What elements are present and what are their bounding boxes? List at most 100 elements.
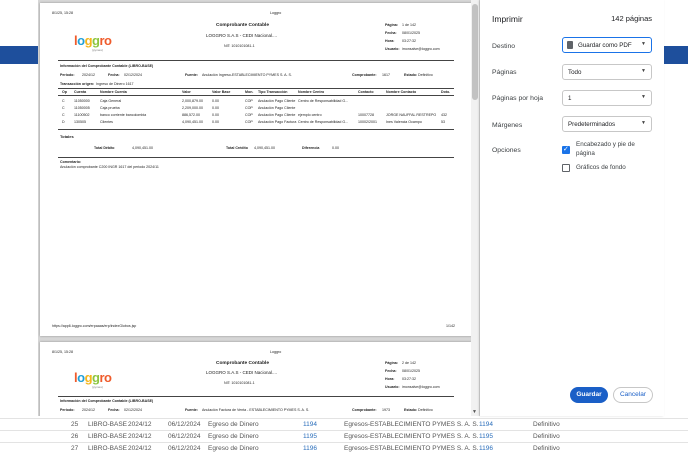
cell-doc: 1195	[303, 433, 317, 440]
preview-scrollbar[interactable]: ▼	[471, 0, 479, 416]
table-cell: 4,090,451.00	[182, 120, 203, 124]
table-cell: 10007728	[358, 113, 374, 117]
info-fuente-v: Anulación Factura de Venta - ESTABLECIMI…	[202, 408, 310, 412]
info-fecha-k: Fecha:	[108, 73, 120, 77]
table-cell: ejemplo centro	[298, 113, 322, 117]
cell-book: LIBRO-BASE	[88, 433, 128, 440]
scroll-down-icon[interactable]: ▼	[472, 409, 477, 415]
table-header-cell: Op	[62, 90, 67, 94]
background-graphics-label: Gráficos de fondo	[576, 164, 626, 171]
table-cell: Centro de Responsabilidad G...	[298, 120, 349, 124]
comment-label: Comentario:	[60, 160, 82, 164]
meta-value: 2 de 142	[402, 361, 416, 365]
print-header-title: Loggro	[270, 350, 282, 354]
table-cell: COP	[245, 120, 253, 124]
table-row: 27 LIBRO-BASE 2024/12 06/12/2024 Egreso de D…	[0, 442, 688, 455]
info-periodo-k: Periodo:	[60, 408, 75, 412]
pages-per-sheet-label: Páginas por hoja	[492, 95, 544, 102]
info-estado-v: Definitivo	[418, 408, 433, 412]
pages-select[interactable]: Todo ▼	[562, 64, 652, 80]
cell-ref: 1196	[479, 445, 493, 452]
save-button[interactable]: Guardar	[570, 387, 608, 403]
cell-type: Egreso de Dinero	[208, 433, 259, 440]
table-cell: 886,572.00	[182, 113, 200, 117]
table-cell: banco corriente bancolombia	[100, 113, 147, 117]
difference-value: 0.00	[332, 146, 339, 150]
meta-value: 03:27:32	[402, 377, 416, 381]
document-title: Comprobante Contable	[216, 361, 270, 366]
info-estado-k: Estado:	[404, 73, 418, 77]
info-periodo-v: 2024/12	[82, 73, 95, 77]
table-header-cell: Contacto	[358, 90, 374, 94]
preview-page-1: 8/1/25, 15:28 Loggro loggro (pymes) Comp…	[40, 3, 472, 336]
print-preview: 8/1/25, 15:28 Loggro loggro (pymes) Comp…	[38, 0, 480, 416]
company-nit: NIT: 1010101081-1	[224, 44, 255, 48]
divider	[58, 60, 454, 61]
table-cell: C	[62, 99, 65, 103]
cell-type: Egreso de Dinero	[208, 445, 259, 452]
meta-value: imonsalve@loggro.com	[402, 385, 440, 389]
table-cell: COP	[245, 106, 253, 110]
cell-doc: 1194	[303, 421, 317, 428]
background-graphics-checkbox[interactable]	[562, 164, 570, 172]
company-nit: NIT: 1010101081-1	[224, 381, 255, 385]
chevron-down-icon: ▼	[641, 120, 646, 126]
divider	[58, 157, 454, 158]
preview-page-2: 8/1/25, 15:28 Loggro loggro (pymes) Comp…	[40, 342, 472, 416]
cell-ref: 1195	[479, 433, 493, 440]
options-label: Opciones	[492, 147, 521, 154]
table-header-cell: Nombre Contacto	[386, 90, 417, 94]
total-credit-label: Total Crédito	[226, 146, 248, 150]
transaction-origin-label: Transacción origen:	[60, 82, 95, 86]
meta-label: Página:	[385, 361, 398, 365]
table-cell: 11100502	[74, 113, 90, 117]
cell-period: 2024/12	[128, 433, 152, 440]
info-comp-k: Comprobante:	[352, 73, 377, 77]
margins-select[interactable]: Predeterminados ▼	[562, 116, 652, 132]
destination-select[interactable]: Guardar como PDF ▼	[562, 37, 652, 53]
cell-status: Definitivo	[533, 421, 560, 428]
total-debit-value: 4,090,451.00	[132, 146, 153, 150]
info-comp-v: 1617	[382, 73, 390, 77]
table-header-cell: Valor	[182, 90, 191, 94]
info-periodo-v: 2024/12	[82, 408, 95, 412]
table-header-cell: Nombre Cuenta	[100, 90, 127, 94]
info-fecha-v: 02/12/2024	[124, 408, 142, 412]
print-dialog-title: Imprimir	[492, 14, 523, 24]
cell-date: 06/12/2024	[168, 433, 201, 440]
chevron-down-icon: ▼	[641, 68, 646, 74]
info-estado-k: Estado:	[404, 408, 418, 412]
destination-value: Guardar como PDF	[578, 42, 632, 49]
cell-type: Egreso de Dinero	[208, 421, 259, 428]
info-fecha-k: Fecha:	[108, 408, 120, 412]
cancel-button[interactable]: Cancelar	[613, 387, 653, 403]
meta-value: imonsalve@loggro.com	[402, 47, 440, 51]
total-credit-value: 4,090,451.00	[254, 146, 275, 150]
table-cell: Anulación Pago Cliente	[258, 113, 296, 117]
scrollbar-thumb[interactable]	[472, 4, 478, 100]
destination-label: Destino	[492, 43, 516, 50]
info-fuente-k: Fuente:	[185, 408, 198, 412]
logo-subtitle: (pymes)	[92, 48, 103, 52]
table-cell: Anulación Pago Factura	[258, 120, 297, 124]
pages-per-sheet-select[interactable]: 1 ▼	[562, 90, 652, 106]
cell-num: 27	[71, 445, 79, 452]
table-cell: 0.00	[212, 106, 219, 110]
table-cell: Clientes	[100, 120, 113, 124]
headers-footers-checkbox[interactable]	[562, 145, 570, 154]
print-settings-panel: Imprimir 142 páginas Destino Guardar com…	[480, 0, 664, 416]
table-cell: 0.00	[212, 99, 219, 103]
meta-value: 1 de 142	[402, 23, 416, 27]
table-header-cell: Nombre Centro	[298, 90, 325, 94]
cell-period: 2024/12	[128, 421, 152, 428]
divider	[58, 129, 454, 130]
company-logo: loggro	[74, 33, 112, 48]
table-cell: D	[62, 120, 65, 124]
cell-desc: Egresos-ESTABLECIMIENTO PYMES S. A. S.	[344, 433, 479, 440]
cell-date: 06/12/2024	[168, 445, 201, 452]
info-comp-v: 1973	[382, 408, 390, 412]
info-estado-v: Definitivo	[418, 73, 433, 77]
table-cell: COP	[245, 99, 253, 103]
print-header-title: Loggro	[270, 11, 282, 15]
divider	[58, 95, 454, 96]
